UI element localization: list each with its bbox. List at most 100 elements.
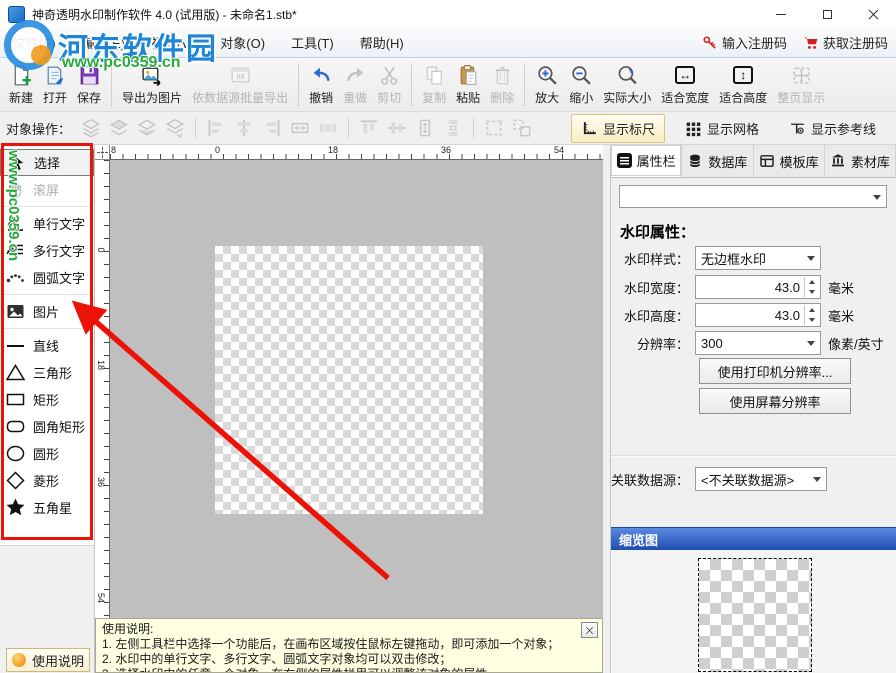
info-close-button[interactable] xyxy=(581,622,598,638)
tab-properties[interactable]: 属性栏 xyxy=(611,145,683,177)
menu-object[interactable]: 对象(O) xyxy=(207,28,278,57)
tool-select[interactable]: 选择 xyxy=(0,149,94,176)
tab-templates[interactable]: 模板库 xyxy=(754,145,825,177)
tool-image[interactable]: 图片 xyxy=(0,298,94,325)
new-button[interactable]: 新建 xyxy=(4,61,38,108)
paste-button[interactable]: 粘贴 xyxy=(451,61,485,108)
menu-tools[interactable]: 工具(T) xyxy=(278,28,347,57)
send-to-back-icon[interactable] xyxy=(164,117,186,139)
tab-materials[interactable]: 素材库 xyxy=(825,145,896,177)
object-operations-label: 对象操作： xyxy=(6,121,72,137)
bring-to-front-icon[interactable] xyxy=(80,117,102,139)
align-top-icon[interactable] xyxy=(358,117,380,139)
v-distribute-icon[interactable] xyxy=(442,117,464,139)
menu-help[interactable]: 帮助(H) xyxy=(347,28,417,57)
watermark-canvas[interactable] xyxy=(215,246,483,514)
ungroup-icon[interactable] xyxy=(511,117,533,139)
spinner-arrows[interactable] xyxy=(804,305,819,325)
watermark-width-input[interactable]: 43.0 xyxy=(695,275,821,299)
tool-star[interactable]: 五角星 xyxy=(0,494,94,521)
use-printer-resolution-button[interactable]: 使用打印机分辨率... xyxy=(699,358,851,384)
use-screen-resolution-button[interactable]: 使用屏幕分辨率 xyxy=(699,388,851,414)
undo-button[interactable]: 撤销 xyxy=(304,61,338,108)
group-icon[interactable] xyxy=(483,117,505,139)
maximize-button[interactable] xyxy=(804,0,850,28)
close-button[interactable] xyxy=(850,0,896,28)
cut-button[interactable]: 剪切 xyxy=(372,61,406,108)
tool-separator xyxy=(3,206,91,207)
same-height-icon[interactable] xyxy=(414,117,436,139)
whole-page-button[interactable]: 整页显示 xyxy=(772,61,830,108)
watermark-style-dropdown[interactable]: 无边框水印 xyxy=(695,246,821,270)
horizontal-ruler: 8 0 18 36 54 xyxy=(110,145,603,160)
spin-up-icon xyxy=(809,280,815,284)
redo-icon xyxy=(344,63,367,87)
menu-bar: 文件(F) 编辑(E) 视图(V) 对象(O) 工具(T) 帮助(H) 输入注册… xyxy=(0,28,896,58)
zoom-in-button[interactable]: 放大 xyxy=(530,61,564,108)
minimize-button[interactable] xyxy=(758,0,804,28)
paste-icon xyxy=(457,63,480,87)
fit-width-button[interactable]: ↔ 适合宽度 xyxy=(656,61,714,108)
show-ruler-toggle[interactable]: 显示标尺 xyxy=(570,113,665,143)
tool-diamond[interactable]: 菱形 xyxy=(0,467,94,494)
resolution-dropdown[interactable]: 300 xyxy=(695,331,821,355)
guide-line-icon xyxy=(791,123,804,134)
fit-height-button[interactable]: ↕ 适合高度 xyxy=(714,61,772,108)
align-middle-icon[interactable] xyxy=(386,117,408,139)
tool-triangle[interactable]: 三角形 xyxy=(0,359,94,386)
info-line: 使用说明: xyxy=(102,622,154,636)
get-registration-code-link[interactable]: 获取注册码 xyxy=(803,33,888,52)
export-image-button[interactable]: 导出为图片 xyxy=(117,61,187,108)
tool-arc-text[interactable]: 圆弧文字 xyxy=(0,264,94,291)
rectangle-icon xyxy=(6,393,25,406)
canvas-area[interactable] xyxy=(110,160,603,618)
tool-line[interactable]: 直线 xyxy=(0,332,94,359)
delete-button[interactable]: 删除 xyxy=(485,61,519,108)
copy-button[interactable]: 复制 xyxy=(417,61,451,108)
menu-view[interactable]: 视图(V) xyxy=(138,28,207,57)
info-line: 3. 选择水印中的任意一个对象，在右侧的属性栏里可以调整该对象的属性。 xyxy=(102,667,578,672)
tool-single-line-text[interactable]: A 单行文字 xyxy=(0,210,94,237)
panel-tabs: 属性栏 数据库 模板库 素材库 xyxy=(611,145,896,178)
show-guides-toggle[interactable]: 显示参考线 xyxy=(779,114,886,143)
batch-export-icon: 88 xyxy=(229,63,252,87)
tool-pan[interactable]: 滚屏 xyxy=(0,176,94,203)
chevron-down-icon xyxy=(807,256,815,261)
enter-registration-code-link[interactable]: 输入注册码 xyxy=(702,33,787,52)
send-backward-icon[interactable] xyxy=(136,117,158,139)
chevron-down-icon xyxy=(807,341,815,346)
title-bar: 神奇透明水印制作软件 4.0 (试用版) - 未命名1.stb* xyxy=(0,0,896,28)
align-center-h-icon[interactable] xyxy=(233,117,255,139)
same-width-icon[interactable] xyxy=(289,117,311,139)
zoom-out-button[interactable]: 缩小 xyxy=(564,61,598,108)
tool-circle[interactable]: 圆形 xyxy=(0,440,94,467)
h-distribute-icon[interactable] xyxy=(317,117,339,139)
batch-export-button[interactable]: 88 依数据源批量导出 xyxy=(187,61,293,108)
help-ball-icon xyxy=(12,653,26,667)
datasource-dropdown[interactable]: <不关联数据源> xyxy=(695,467,827,491)
show-grid-toggle[interactable]: 显示网格 xyxy=(675,114,769,143)
align-right-icon[interactable] xyxy=(261,117,283,139)
open-button[interactable]: 打开 xyxy=(38,61,72,108)
star-icon xyxy=(6,498,25,516)
fit-width-icon: ↔ xyxy=(675,63,696,87)
redo-button[interactable]: 重做 xyxy=(338,61,372,108)
tool-rectangle[interactable]: 矩形 xyxy=(0,386,94,413)
svg-text:88: 88 xyxy=(236,72,244,81)
tool-rounded-rectangle[interactable]: 圆角矩形 xyxy=(0,413,94,440)
open-icon xyxy=(44,63,67,87)
menu-edit[interactable]: 编辑(E) xyxy=(69,28,138,57)
usage-help-button[interactable]: 使用说明 xyxy=(6,648,90,672)
watermark-height-input[interactable]: 43.0 xyxy=(695,303,821,327)
actual-size-button[interactable]: 实际大小 xyxy=(598,61,656,108)
thumbnail-area xyxy=(611,550,896,673)
bring-forward-icon[interactable] xyxy=(108,117,130,139)
save-button[interactable]: 保存 xyxy=(72,61,106,108)
align-left-icon[interactable] xyxy=(205,117,227,139)
spinner-arrows[interactable] xyxy=(804,277,819,297)
tool-multi-line-text[interactable]: A 多行文字 xyxy=(0,237,94,264)
tab-database[interactable]: 数据库 xyxy=(682,145,754,177)
object-selector-dropdown[interactable] xyxy=(619,185,887,208)
menu-file[interactable]: 文件(F) xyxy=(0,28,69,57)
whole-page-icon xyxy=(790,63,813,87)
